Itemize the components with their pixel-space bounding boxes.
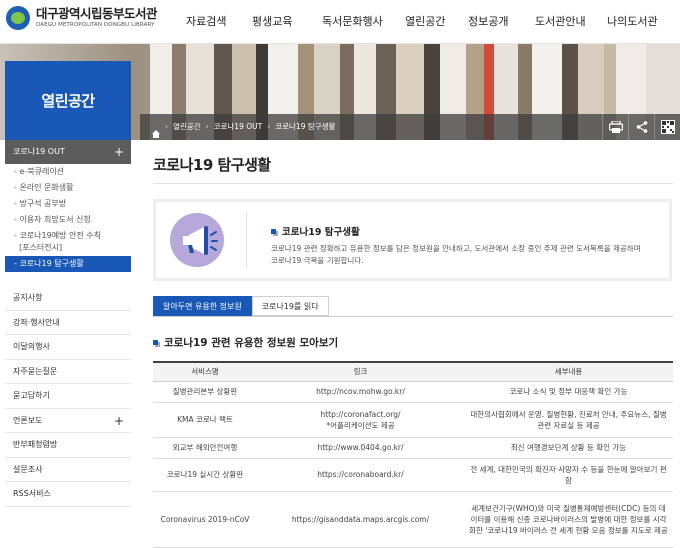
service-link-cell: http://coronafact.org/*어플리케이션도 제공 [257,402,464,438]
nav-item-culture-events[interactable]: 독서문화행사 [322,0,405,44]
sidebar-group-corona[interactable]: 코로나19 OUT + [5,140,131,164]
nav-item-search[interactable]: 자료검색 [186,0,252,44]
column-header: 서비스명 [153,362,257,382]
table-header-row: 서비스명 링크 세부내용 [153,362,673,382]
sidebar-menu: 공지사항 강좌·행사안내 이달의행사 자주묻는질문 묻고답하기 언론보도 + 반부… [5,286,131,507]
nav-item-open-space[interactable]: 열린공간 [405,0,468,44]
sidebar-item-faq[interactable]: 자주묻는질문 [5,360,131,384]
sidebar-item-notice[interactable]: 공지사항 [5,286,131,311]
home-icon[interactable] [152,123,160,138]
site-header: 대구광역시립동부도서관 DAEGU METROPOLITAN DONGBU LI… [0,0,680,44]
sidebar-item-qna[interactable]: 묻고답하기 [5,384,131,409]
site-logo[interactable]: 대구광역시립동부도서관 DAEGU METROPOLITAN DONGBU LI… [6,6,158,30]
nav-item-my-library[interactable]: 나의도서관 [607,0,667,44]
page-tools [602,114,680,140]
sidebar-item-lectures[interactable]: 강좌·행사안내 [5,311,131,335]
service-link[interactable]: https://gisanddata.maps.arcgis.com/ [257,491,464,548]
section-title: 코로나19 관련 유용한 정보원 모아보기 [153,335,338,350]
page-title: 코로나19 탐구생활 [153,156,271,174]
table-row: Coronavirus 2019-nCoV https://gisanddata… [153,491,673,548]
nav-item-library-info[interactable]: 도서관안내 [535,0,607,44]
main-nav: 자료검색 평생교육 독서문화행사 열린공간 정보공개 도서관안내 나의도서관 [186,0,667,44]
sidebar-subitem[interactable]: - e-북큐레이션 [5,164,131,180]
breadcrumb-item[interactable]: 코로나19 OUT [214,114,263,140]
sidebar-item-anticorruption[interactable]: 반부패청렴방 [5,433,131,458]
bullet-icon [153,339,158,345]
intro-title: 코로나19 탐구생활 [271,224,360,238]
service-link[interactable]: http://ncov.mohw.go.kr/ [257,381,464,403]
divider [246,212,247,268]
bullet-icon [271,229,276,234]
service-name: 질병관리본부 상황판 [153,381,257,403]
content-tabs: 알아두면 유용한 정보원 코로나19를 읽다 [153,296,329,316]
plus-icon[interactable]: + [114,140,124,164]
sidebar-subitem[interactable]: - 방구석 공부방 [5,196,131,212]
service-name: Coronavirus 2019-nCoV [153,491,257,548]
table-row: 외교부 해외안전여행 http://www.0404.go.kr/ 최신 여행경… [153,437,673,459]
divider [153,316,673,317]
tab-useful-sources[interactable]: 알아두면 유용한 정보원 [153,296,252,316]
service-detail: 대한의사협회에서 운영. 질병현황, 진료처 안내, 주요뉴스, 질병관련 자료… [464,402,673,438]
nav-item-disclosure[interactable]: 정보공개 [468,0,535,44]
library-logo-icon [6,6,30,30]
service-detail: 세계보건기구(WHO)와 미국 질병통제예방센터(CDC) 등의 데이터를 이용… [464,491,673,548]
table-row: 질병관리본부 상황판 http://ncov.mohw.go.kr/ 코로나 소… [153,381,673,403]
print-icon[interactable] [602,114,628,140]
sidebar-item-survey[interactable]: 설문조사 [5,458,131,482]
qr-code-icon[interactable] [654,114,680,140]
sources-table: 서비스명 링크 세부내용 질병관리본부 상황판 http://ncov.mohw… [153,361,673,548]
service-link-note: *어플리케이션도 제공 [326,420,395,430]
sidebar-title: 열린공간 [5,61,131,140]
megaphone-icon [170,213,224,267]
column-header: 세부내용 [464,362,673,382]
divider [153,183,673,184]
service-link[interactable]: http://www.0404.go.kr/ [257,437,464,459]
service-detail: 전 세계, 대한민국의 확진자·사망자 수 등을 한눈에 알아보기 편함 [464,458,673,492]
nav-item-education[interactable]: 평생교육 [252,0,322,44]
service-link[interactable]: https://coronaboard.kr/ [257,458,464,492]
sidebar-subitem-active[interactable]: - 코로나19 탐구생활 [5,256,131,272]
sidebar-subitem[interactable]: - 이용자 희망도서 신청 [5,212,131,228]
service-name: 코로나19 실시간 상황판 [153,458,257,492]
sidebar-subitem[interactable]: - 온라인 문화생활 [5,180,131,196]
sidebar-group-label: 코로나19 OUT [13,147,65,156]
breadcrumb-current: 코로나19 탐구생활 [275,122,336,131]
sidebar-subitem[interactable]: - 코로나19예방 안전 수칙 [포스터전시] [5,228,131,254]
sidebar-item-monthly-events[interactable]: 이달의행사 [5,335,131,360]
intro-box: 코로나19 탐구생활 코로나19 관련 정확하고 유용한 정보를 담은 정보원을… [153,199,672,281]
breadcrumb-item[interactable]: 열린공간 [173,114,201,140]
plus-icon[interactable]: + [114,409,124,434]
tab-read-corona[interactable]: 코로나19를 읽다 [251,296,329,316]
logo-title: 대구광역시립동부도서관 [36,6,158,21]
service-detail: 최신 여행경보단계 상황 등 확인 가능 [464,437,673,459]
column-header: 링크 [257,362,464,382]
breadcrumb-bar: › 열린공간 › 코로나19 OUT › 코로나19 탐구생활 [140,114,680,140]
share-icon[interactable] [628,114,654,140]
intro-description: 코로나19 관련 정확하고 유용한 정보를 담은 정보원을 안내하고, 도서관에… [271,244,641,265]
table-row: KMA 코로나 팩트 http://coronafact.org/*어플리케이션… [153,402,673,438]
logo-subtitle: DAEGU METROPOLITAN DONGBU LIBRARY [36,22,155,28]
service-detail: 코로나 소식 및 정부 대응책 확인 가능 [464,381,673,403]
sidebar-submenu: - e-북큐레이션 - 온라인 문화생활 - 방구석 공부방 - 이용자 희망도… [5,164,131,272]
service-name: 외교부 해외안전여행 [153,437,257,459]
service-link[interactable]: http://coronafact.org/ [261,409,460,420]
sidebar-item-press[interactable]: 언론보도 + [5,409,131,434]
table-row: 코로나19 실시간 상황판 https://coronaboard.kr/ 전 … [153,458,673,492]
breadcrumb: › 열린공간 › 코로나19 OUT › 코로나19 탐구생활 [152,114,335,140]
service-name: KMA 코로나 팩트 [153,402,257,438]
sidebar-item-rss[interactable]: RSS서비스 [5,482,131,507]
